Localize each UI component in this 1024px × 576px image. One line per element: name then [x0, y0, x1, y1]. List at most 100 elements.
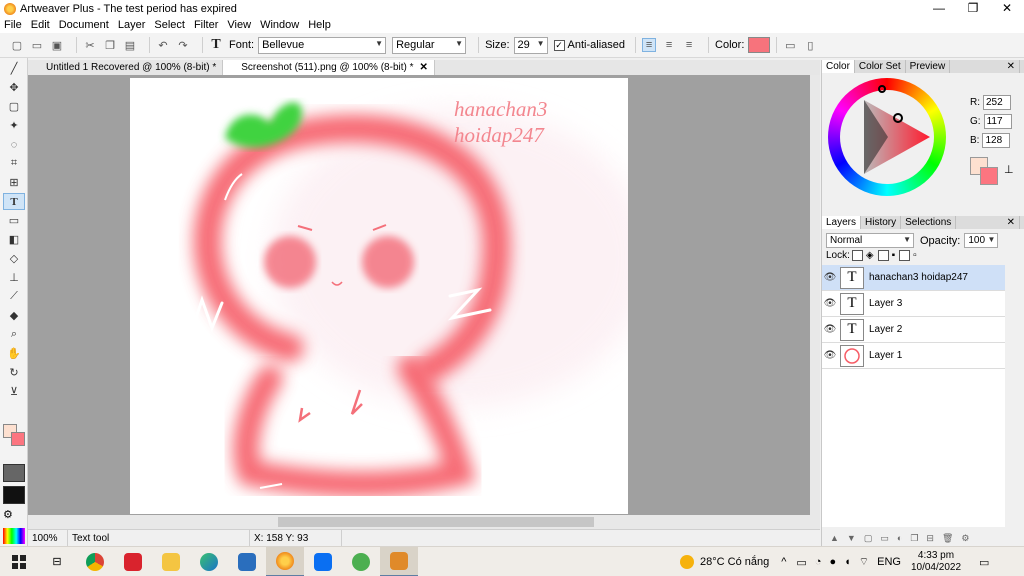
lasso-icon[interactable]: ◌: [3, 136, 25, 153]
layer-row[interactable]: 👁 Layer 1: [822, 343, 1005, 369]
horizontal-scrollbar-thumb[interactable]: [278, 517, 594, 527]
minimize-button[interactable]: —: [922, 0, 956, 17]
close-panel-icon[interactable]: ✕: [1003, 216, 1020, 229]
saturation-triangle[interactable]: [828, 78, 946, 196]
network-icon[interactable]: ◔: [815, 556, 822, 568]
visibility-eye-icon[interactable]: 👁: [822, 324, 838, 335]
tab-color[interactable]: Color: [822, 60, 855, 73]
layer-row[interactable]: 👁 T hanachan3 hoidap247: [822, 265, 1005, 291]
visibility-eye-icon[interactable]: 👁: [822, 350, 838, 361]
green-value-input[interactable]: 117: [983, 114, 1012, 129]
tab-screenshot-511[interactable]: Screenshot (511).png @ 100% (8-bit) * ✕: [223, 60, 435, 75]
align-left-icon[interactable]: ≡: [642, 38, 657, 52]
clock[interactable]: 4:33 pm 10/04/2022: [911, 550, 961, 574]
redo-icon[interactable]: ↷: [176, 38, 190, 52]
save-icon[interactable]: ▣: [50, 38, 64, 52]
visibility-eye-icon[interactable]: 👁: [822, 298, 838, 309]
drawing-canvas[interactable]: hanachan3 hoidap247: [130, 78, 628, 514]
volume-icon[interactable]: ◖: [844, 556, 851, 568]
menu-filter[interactable]: Filter: [194, 19, 218, 31]
blend-mode-select[interactable]: Normal ▼: [826, 233, 914, 248]
layer-effects-icon[interactable]: ⚙: [961, 533, 969, 544]
layer-row[interactable]: 👁 T Layer 3: [822, 291, 1005, 317]
merge-layer-icon[interactable]: ⊟: [926, 533, 934, 544]
magic-wand-icon[interactable]: ✦: [3, 117, 25, 134]
paragraph-options-icon[interactable]: ▯: [803, 38, 817, 52]
calculator-icon[interactable]: [380, 546, 418, 576]
font-size-select[interactable]: 29 ▼: [513, 36, 548, 54]
close-tab-icon[interactable]: ✕: [420, 62, 428, 73]
align-right-icon[interactable]: ≡: [682, 38, 696, 52]
layer-row[interactable]: 👁 T Layer 2: [822, 317, 1005, 343]
eyedropper-icon[interactable]: ⟋: [3, 288, 25, 305]
layer-mask-icon[interactable]: ◐: [897, 533, 902, 543]
menu-view[interactable]: View: [227, 19, 251, 31]
close-window-button[interactable]: ✕: [990, 0, 1024, 17]
tray-app-icon[interactable]: ●: [829, 556, 836, 568]
zalo-icon[interactable]: [304, 547, 342, 576]
text-color-swatch[interactable]: [748, 37, 771, 53]
foreground-color-swatch[interactable]: [980, 167, 998, 185]
new-group-icon[interactable]: ▭: [880, 533, 889, 544]
shape-icon[interactable]: ▭: [3, 212, 25, 229]
tab-selections[interactable]: Selections: [901, 216, 957, 229]
menu-layer[interactable]: Layer: [118, 19, 146, 31]
tab-color-set[interactable]: Color Set: [855, 60, 906, 73]
menu-select[interactable]: Select: [154, 19, 185, 31]
tab-preview[interactable]: Preview: [906, 60, 951, 73]
chrome-icon[interactable]: [76, 547, 114, 576]
store-icon[interactable]: [228, 547, 266, 576]
jt-express-icon[interactable]: [114, 547, 152, 576]
artweaver-taskbar-icon[interactable]: [266, 546, 304, 576]
text-warp-icon[interactable]: ▭: [783, 38, 797, 52]
canvas-text-layer[interactable]: hanachan3 hoidap247: [454, 96, 547, 148]
visibility-eye-icon[interactable]: 👁: [822, 272, 838, 283]
rectangle-select-icon[interactable]: ▢: [3, 98, 25, 115]
opacity-select[interactable]: 100 ▼: [964, 233, 999, 248]
color-palette-swatch[interactable]: [3, 528, 25, 544]
new-layer-icon[interactable]: ▢: [864, 533, 873, 544]
gradient-icon[interactable]: ◧: [3, 231, 25, 248]
maximize-button[interactable]: ❐: [956, 0, 990, 17]
file-explorer-icon[interactable]: [152, 547, 190, 576]
settings-gear-icon[interactable]: ⚙: [3, 508, 25, 526]
menu-edit[interactable]: Edit: [31, 19, 50, 31]
move-icon[interactable]: ✥: [3, 79, 25, 96]
move-layer-down-icon[interactable]: ▼: [847, 533, 856, 543]
menu-help[interactable]: Help: [308, 19, 331, 31]
lock-pixels-checkbox[interactable]: [877, 250, 889, 261]
text-icon[interactable]: T: [3, 193, 25, 210]
align-center-icon[interactable]: ≡: [662, 38, 676, 52]
lock-position-checkbox[interactable]: [899, 250, 911, 261]
battery-icon[interactable]: ▭: [796, 556, 806, 569]
open-folder-icon[interactable]: ▭: [30, 38, 44, 52]
close-panel-icon[interactable]: ✕: [1003, 60, 1020, 73]
menu-file[interactable]: File: [4, 19, 22, 31]
duplicate-layer-icon[interactable]: ❐: [910, 533, 918, 544]
zoom-icon[interactable]: ⌕: [3, 326, 25, 343]
paper-texture-swatch[interactable]: [3, 486, 25, 504]
transform-icon[interactable]: ⊻: [3, 383, 25, 400]
copy-icon[interactable]: ❐: [103, 38, 117, 52]
font-select[interactable]: Bellevue ▼: [258, 36, 387, 54]
edge-icon[interactable]: [190, 547, 228, 576]
tab-layers[interactable]: Layers: [822, 216, 862, 229]
eyedropper-icon[interactable]: ⊥: [1004, 163, 1014, 176]
eraser-icon[interactable]: ◇: [3, 250, 25, 267]
rotate-view-icon[interactable]: ↻: [3, 364, 25, 381]
vertical-scrollbar[interactable]: [810, 75, 820, 515]
move-layer-up-icon[interactable]: ▲: [830, 533, 839, 543]
green-app-icon[interactable]: [342, 547, 380, 576]
wifi-icon[interactable]: ⌔: [859, 555, 869, 569]
brush-icon[interactable]: ╱: [3, 60, 25, 77]
color-swatches[interactable]: [3, 424, 27, 448]
start-button[interactable]: [0, 547, 38, 576]
menu-document[interactable]: Document: [59, 19, 109, 31]
language-indicator[interactable]: ENG: [877, 556, 901, 568]
tab-history[interactable]: History: [861, 216, 902, 229]
font-style-select[interactable]: Regular ▼: [392, 36, 467, 54]
blue-value-input[interactable]: 128: [982, 133, 1011, 148]
stamp-icon[interactable]: ⊥: [3, 269, 25, 286]
anti-aliased-checkbox[interactable]: ✓: [553, 39, 565, 51]
undo-icon[interactable]: ↶: [156, 38, 170, 52]
